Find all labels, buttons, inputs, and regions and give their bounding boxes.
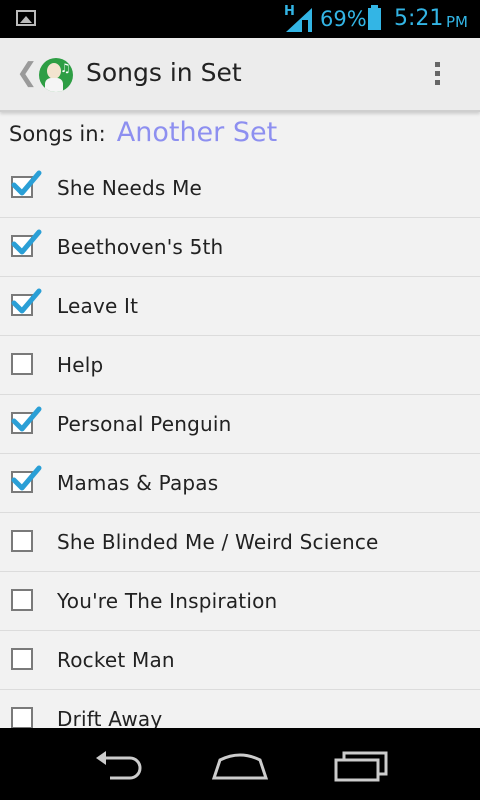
set-name: Another Set: [116, 117, 278, 148]
song-title: She Blinded Me / Weird Science: [57, 530, 379, 554]
page-title: Songs in Set: [86, 58, 242, 87]
home-icon[interactable]: [210, 748, 270, 784]
battery-icon: [368, 5, 381, 30]
checkbox-unchecked[interactable]: [11, 589, 33, 611]
song-title: Beethoven's 5th: [57, 235, 224, 259]
battery-percent: 69%: [320, 7, 367, 31]
song-title: She Needs Me: [57, 176, 203, 200]
recents-icon[interactable]: [330, 748, 390, 784]
back-icon[interactable]: [90, 748, 150, 784]
song-row[interactable]: Mamas & Papas: [0, 454, 480, 513]
song-row[interactable]: Personal Penguin: [0, 395, 480, 454]
song-title: You're The Inspiration: [57, 589, 278, 613]
image-icon: [16, 10, 36, 26]
song-row[interactable]: Help: [0, 336, 480, 395]
song-title: Drift Away: [57, 707, 163, 728]
checkbox-unchecked[interactable]: [11, 707, 33, 728]
set-header: Songs in: Another Set: [9, 117, 277, 153]
status-bar: H 69% 5:21 PM: [0, 0, 480, 38]
checkmark-icon: [11, 465, 42, 491]
checkbox-unchecked[interactable]: [11, 648, 33, 670]
song-row[interactable]: Drift Away: [0, 690, 480, 728]
clock-time: 5:21: [394, 6, 444, 31]
checkmark-icon: [11, 229, 42, 255]
song-row[interactable]: Rocket Man: [0, 631, 480, 690]
checkmark-icon: [11, 170, 42, 196]
song-title: Leave It: [57, 294, 139, 318]
song-title: Rocket Man: [57, 648, 175, 672]
clock-ampm: PM: [446, 13, 468, 31]
app-icon[interactable]: ♫: [39, 58, 73, 92]
song-title: Mamas & Papas: [57, 471, 219, 495]
checkbox-unchecked[interactable]: [11, 353, 33, 375]
song-list: She Needs Me Beethoven's 5th Leave It Help P…: [0, 159, 480, 728]
song-title: Personal Penguin: [57, 412, 232, 436]
checkmark-icon: [11, 288, 42, 314]
signal-icon: [286, 8, 312, 32]
overflow-menu-icon[interactable]: [432, 62, 442, 88]
song-row[interactable]: She Needs Me: [0, 159, 480, 218]
song-title: Help: [57, 353, 104, 377]
navigation-bar: [0, 728, 480, 800]
up-caret-icon[interactable]: ❮: [16, 60, 38, 86]
song-row[interactable]: She Blinded Me / Weird Science: [0, 513, 480, 572]
song-row[interactable]: Leave It: [0, 277, 480, 336]
checkmark-icon: [11, 406, 42, 432]
action-bar: ❮ ♫ Songs in Set: [0, 38, 480, 112]
songs-in-label: Songs in:: [9, 122, 106, 146]
checkbox-unchecked[interactable]: [11, 530, 33, 552]
song-row[interactable]: Beethoven's 5th: [0, 218, 480, 277]
song-row[interactable]: You're The Inspiration: [0, 572, 480, 631]
